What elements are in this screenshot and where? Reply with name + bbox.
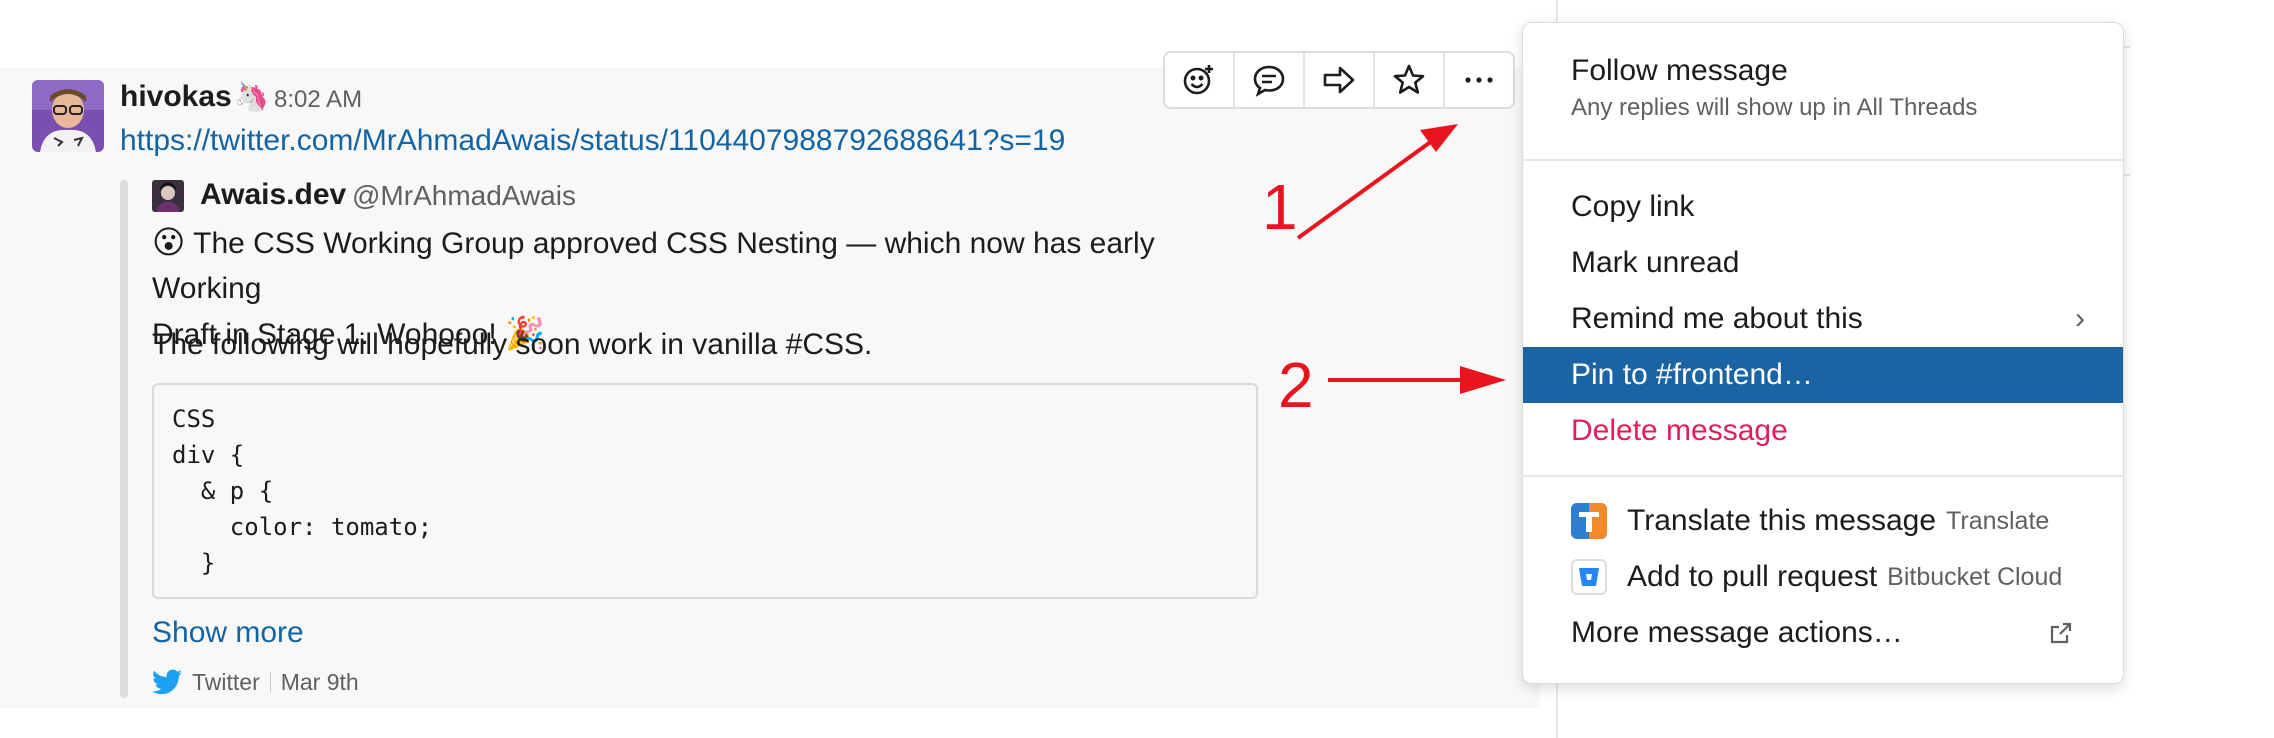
bitbucket-icon [1571,559,1607,595]
message-author[interactable]: hivokas [120,80,232,114]
avatar[interactable] [32,80,104,152]
attachment-footer: Twitter Mar 9th [152,666,359,698]
menu-item-more-message-actions[interactable]: More message actions… [1523,605,2123,661]
message-actions-toolbar [1163,51,1515,109]
code-line: color: tomato; [172,513,433,541]
message-link[interactable]: https://twitter.com/MrAhmadAwais/status/… [120,124,1065,158]
surprised-emoji: 😮 [152,224,186,260]
code-line: div { [172,441,245,469]
menu-item-label: Add to pull request [1627,560,1878,593]
menu-item-label: Remind me about this [1571,302,1863,335]
attachment-source[interactable]: Twitter [192,669,260,696]
menu-item-add-to-pull-request[interactable]: Add to pull request Bitbucket Cloud [1523,549,2123,605]
attachment-date: Mar 9th [280,668,359,695]
twitter-icon [152,669,182,695]
attachment-bar [120,180,128,698]
attachment-author-handle[interactable]: @MrAhmadAwais [352,180,576,212]
menu-item-delete-message[interactable]: Delete message [1523,403,2123,459]
menu-item-app-name: Translate [1946,506,2050,535]
message-context-menu: Follow message Any replies will show up … [1522,22,2124,684]
menu-item-mark-unread[interactable]: Mark unread [1523,235,2123,291]
add-reaction-button[interactable] [1165,53,1235,107]
author-status-emoji: 🦄 [234,81,269,112]
add-reaction-icon [1182,63,1216,97]
attachment-author-name[interactable]: Awais.dev [200,178,346,212]
menu-item-copy-link[interactable]: Copy link [1523,179,2123,235]
annotation-number-2: 2 [1278,349,1314,421]
star-icon [1392,63,1426,97]
code-line: & p { [172,477,274,505]
save-item-button[interactable] [1375,53,1445,107]
menu-item-label: Translate this message [1627,504,1937,537]
attachment-author-icon [152,180,184,212]
code-line: } [172,549,216,577]
chevron-right-icon: › [2075,302,2085,335]
attachment-text-part1: The CSS Working Group approved CSS Nesti… [152,227,1155,305]
share-message-button[interactable] [1305,53,1375,107]
menu-divider [1523,475,2123,477]
reply-thread-button[interactable] [1235,53,1305,107]
message-timestamp[interactable]: 8:02 AM [274,86,362,114]
menu-item-follow-message[interactable]: Follow message Any replies will show up … [1523,53,2123,123]
menu-item-remind[interactable]: Remind me about this › [1523,291,2123,347]
share-forward-icon [1322,63,1356,97]
code-line: CSS [172,405,216,433]
more-actions-icon [1462,63,1496,97]
menu-item-pin-to-channel[interactable]: Pin to #frontend… [1523,347,2123,403]
code-block: CSS div { & p { color: tomato; } [152,383,1258,599]
menu-item-translate[interactable]: Translate this message Translate [1523,493,2123,549]
more-actions-button[interactable] [1445,53,1513,107]
footer-separator [269,672,271,692]
reply-thread-icon [1252,63,1286,97]
translate-app-icon [1571,503,1607,539]
menu-divider [1523,159,2123,161]
menu-item-label: More message actions… [1571,616,1903,649]
attachment-text-line2: The following will hopefully soon work i… [152,328,873,361]
menu-item-app-name: Bitbucket Cloud [1887,562,2063,591]
menu-item-label: Follow message [1571,54,1788,87]
show-more-link[interactable]: Show more [152,616,304,650]
menu-item-sublabel: Any replies will show up in All Threads [1571,94,1978,121]
external-link-icon [2049,621,2073,645]
annotation-number-1: 1 [1262,171,1298,243]
